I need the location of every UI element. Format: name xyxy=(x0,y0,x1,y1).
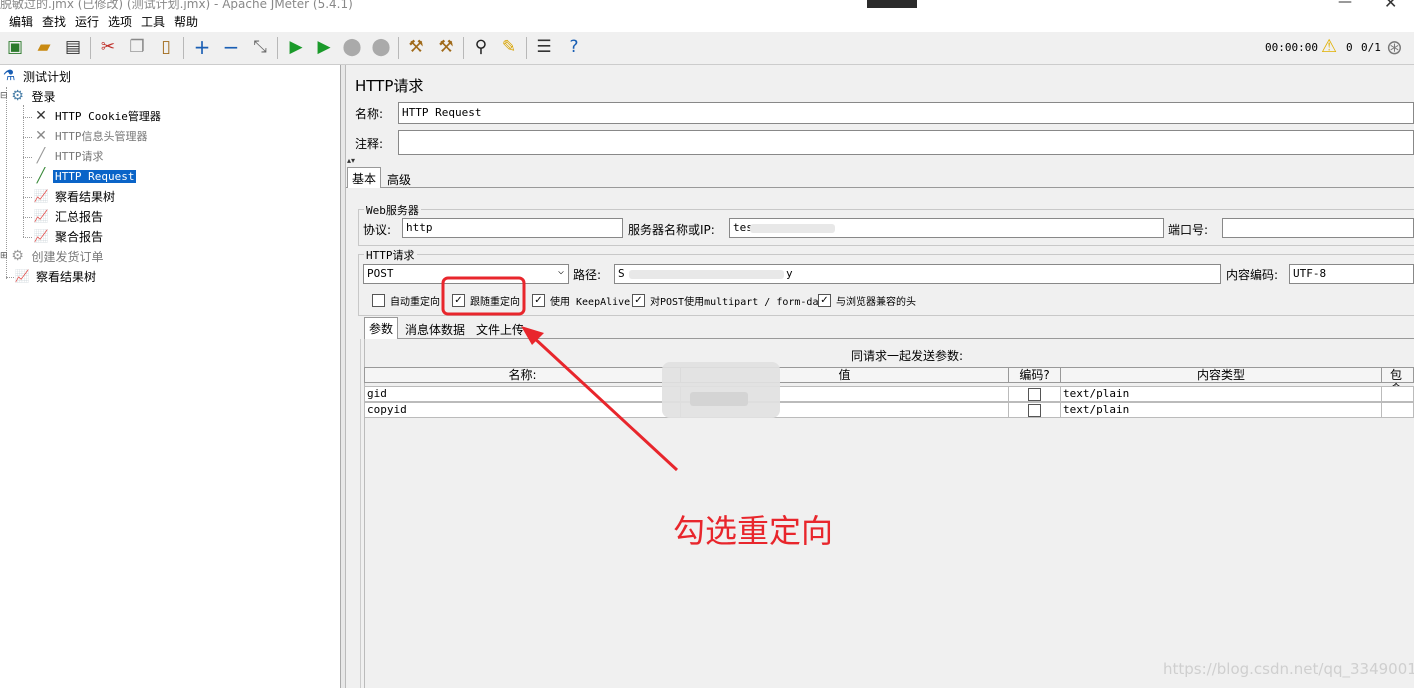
annotation-arrow-line xyxy=(530,334,679,472)
annotation-text: 勾选重定向 xyxy=(673,512,834,550)
annotation-overlay xyxy=(441,276,679,472)
highlight-box xyxy=(441,276,526,316)
watermark: https://blog.csdn.net/qq_33490018 xyxy=(1163,660,1414,678)
